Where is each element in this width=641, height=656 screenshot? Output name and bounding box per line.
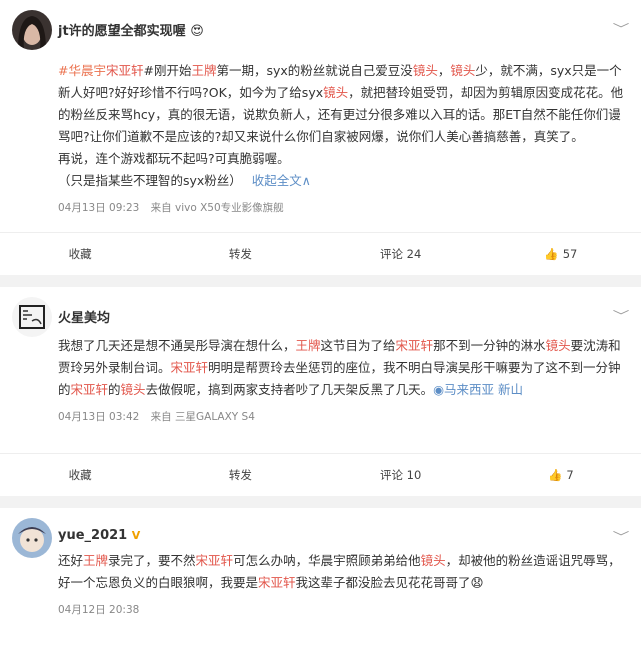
post-meta: 04月13日 03:42 来自 三星GALAXY S4 [58,409,641,427]
comment-count: 评论 24 [379,247,422,261]
collapse-link[interactable]: 收起全文∧ [252,173,311,188]
username[interactable]: jt许的愿望全都实现喔 😍 [58,20,204,39]
keyword-highlight: 镜头 [412,63,438,78]
keyword-highlight: 宋亚轩 [70,382,109,397]
separator [0,496,641,508]
keyword-highlight: 镜头 [450,63,476,78]
avatar[interactable] [12,10,52,50]
text-segment: 去做假呢，搞到两家支持者吵了几天架反黑了几天。 [145,382,434,397]
collect-label: 收藏 [68,247,92,261]
text-segment: 的 [108,382,121,397]
keyword-highlight: 宋亚轩 [170,360,209,375]
comment-button[interactable]: 评论 10 [321,467,481,483]
post-header: 火星美均 ﹀ [0,295,641,347]
weibo-post: 火星美均 ﹀ 我想了几天还是想不通吴彤导演在想什么，王牌这节目为了给宋亚轩那不到… [0,287,641,496]
username[interactable]: 火星美均 [58,307,110,326]
collect-label: 收藏 [68,468,92,482]
text-segment: #刚开始 [143,63,192,78]
comment-count: 评论 10 [379,468,422,482]
timestamp[interactable]: 04月13日 03:42 [58,411,139,423]
text-segment: ， [437,63,451,78]
separator [0,275,641,287]
post-body: #华晨宇宋亚轩#刚开始王牌第一期，syx的粉丝就说自己爱豆没镜头，镜头少，就不满… [58,60,629,192]
like-button[interactable]: 👍 7 [481,468,641,482]
username-text[interactable]: 火星美均 [58,311,110,326]
collect-button[interactable]: 收藏 [0,467,160,483]
avatar[interactable] [12,297,52,337]
text-segment: 我这辈子都没脸去见花花哥哥了😧 [295,575,484,590]
chevron-down-icon[interactable]: ﹀ [613,528,630,545]
keyword-highlight: 王牌 [191,63,217,78]
verified-badge-icon: V [131,529,141,542]
repost-label: 转发 [228,247,252,261]
thumbs-up-icon: 👍 [544,247,559,261]
keyword-highlight: 宋亚轩 [258,575,296,590]
username-text[interactable]: jt许的愿望全都实现喔 [58,24,186,39]
source-device: 来自 vivo X50专业影像旗舰 [150,202,284,214]
like-button[interactable]: 👍 57 [481,247,641,261]
post-header: jt许的愿望全都实现喔 😍 ﹀ [0,8,641,60]
keyword-highlight: 镜头 [323,85,349,100]
thumbs-up-icon: 👍 [548,468,563,482]
action-bar: 收藏 转发 评论 10 👍 7 [0,453,641,496]
post-text: #华晨宇宋亚轩#刚开始王牌第一期，syx的粉丝就说自己爱豆没镜头，镜头少，就不满… [58,60,629,148]
source-device: 来自 三星GALAXY S4 [150,411,255,423]
post-text-line: 再说，连个游戏都玩不起吗?可真脆弱喔。 [58,151,290,166]
emoji-badge-icon: 😍 [190,24,204,39]
keyword-highlight: 镜头 [120,382,146,397]
username[interactable]: yue_2021 V [58,528,140,543]
post-meta: 04月13日 09:23 来自 vivo X50专业影像旗舰 [58,200,641,218]
repost-button[interactable]: 转发 [160,467,320,483]
text-segment: 第一期，syx的粉丝就说自己爱豆没 [216,63,413,78]
post-text-line: （只是指某些不理智的syx粉丝） 收起全文∧ [58,170,629,192]
like-count: 57 [562,247,578,261]
username-text[interactable]: yue_2021 [58,528,127,543]
post-header: yue_2021 V ﹀ [0,516,641,568]
comment-button[interactable]: 评论 24 [321,246,481,262]
weibo-post: jt许的愿望全都实现喔 😍 ﹀ #华晨宇宋亚轩#刚开始王牌第一期，syx的粉丝就… [0,0,641,275]
timestamp[interactable]: 04月13日 09:23 [58,202,139,214]
keyword-highlight: 宋亚轩 [105,63,144,78]
location-link[interactable]: ◉马来西亚 新山 [433,382,523,397]
repost-label: 转发 [228,468,252,482]
note-text: （只是指某些不理智的syx粉丝） [58,173,242,188]
repost-button[interactable]: 转发 [160,246,320,262]
chevron-down-icon[interactable]: ﹀ [613,20,630,37]
hashtag-link[interactable]: #华晨宇 [58,63,106,78]
post-meta: 04月12日 20:38 [58,602,641,620]
collect-button[interactable]: 收藏 [0,246,160,262]
weibo-post: yue_2021 V ﹀ 还好王牌录完了，要不然宋亚轩可怎么办呐，华晨宇照顾弟弟… [0,508,641,656]
like-count: 7 [566,468,574,482]
action-bar: 收藏 转发 评论 24 👍 57 [0,232,641,275]
chevron-down-icon[interactable]: ﹀ [613,307,630,324]
timestamp[interactable]: 04月12日 20:38 [58,604,139,616]
avatar[interactable] [12,518,52,558]
